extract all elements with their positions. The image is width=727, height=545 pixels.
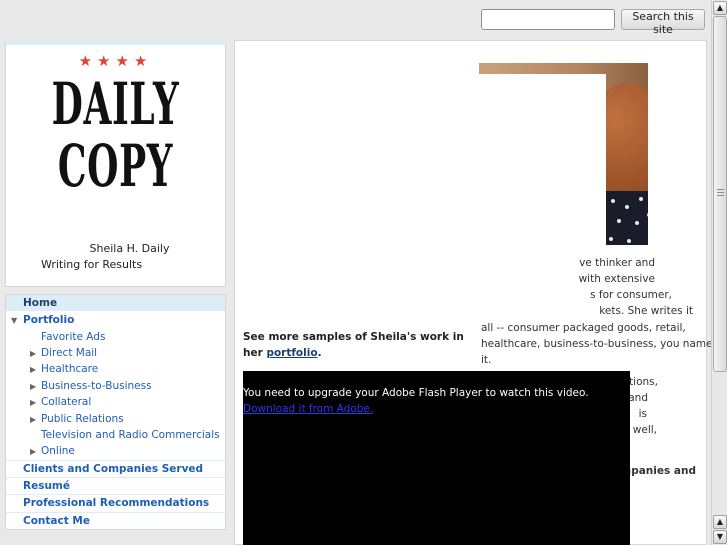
- nav-item-label: Business-to-Business: [41, 380, 152, 392]
- flash-message: You need to upgrade your Adobe Flash Pla…: [243, 387, 589, 399]
- nav-home[interactable]: Home: [6, 295, 225, 312]
- chevron-right-icon[interactable]: ▶: [30, 361, 36, 378]
- chevron-right-icon[interactable]: ▶: [30, 443, 36, 460]
- grip-line: [717, 192, 724, 193]
- photo-shirt: [605, 191, 648, 245]
- nav-item-label: Collateral: [41, 396, 92, 408]
- nav-item-direct-mail[interactable]: ▶ Direct Mail: [6, 345, 225, 362]
- logo[interactable]: DAILY COPY: [48, 73, 184, 197]
- bio-line: all -- consumer packaged goods, retail,: [481, 322, 686, 334]
- bio-fragment: is: [638, 408, 647, 420]
- search-button[interactable]: Search this site: [621, 9, 705, 36]
- author-name: Sheila H. Daily: [89, 242, 170, 255]
- bio-fragment: ve thinker and: [579, 257, 655, 269]
- bio-fragment: kets. She writes it: [599, 305, 693, 317]
- search-input[interactable]: [481, 9, 615, 30]
- chevron-right-icon[interactable]: ▶: [30, 345, 36, 362]
- nav-item-favorite-ads[interactable]: Favorite Ads: [6, 329, 225, 346]
- nav-contact[interactable]: Contact Me: [6, 512, 225, 529]
- scroll-up-icon[interactable]: ▲: [713, 515, 727, 529]
- dot: [627, 239, 631, 243]
- bio-fragment: and: [628, 392, 648, 404]
- chevron-right-icon[interactable]: ▶: [30, 378, 36, 395]
- nav-portfolio-label: Portfolio: [23, 314, 75, 326]
- nav-item-healthcare[interactable]: ▶ Healthcare: [6, 361, 225, 378]
- nav-item-tv-radio[interactable]: Television and Radio Commercials: [6, 427, 225, 444]
- nav-item-business-to-business[interactable]: ▶ Business-to-Business: [6, 378, 225, 395]
- main-content: ve thinker and with extensive s for cons…: [234, 40, 713, 545]
- sidebar-nav: Home ▼ Portfolio Favorite Ads ▶ Direct M…: [5, 294, 226, 530]
- dot: [611, 199, 615, 203]
- download-flash-link[interactable]: Download it from Adobe.: [243, 403, 373, 415]
- nav-clients[interactable]: Clients and Companies Served: [6, 460, 225, 477]
- nav-portfolio[interactable]: ▼ Portfolio: [6, 312, 225, 329]
- chevron-down-icon[interactable]: ▼: [11, 312, 17, 329]
- logo-line-1: DAILY: [51, 70, 180, 138]
- scroll-thumb[interactable]: [713, 16, 727, 372]
- bio-line: it.: [481, 354, 492, 366]
- site-header: ★★★★ DAILY COPY Sheila H. Daily Writing …: [5, 40, 226, 287]
- dot: [639, 197, 643, 201]
- bio-line: healthcare, business-to-business, you na…: [481, 338, 713, 350]
- nav-item-online[interactable]: ▶ Online: [6, 443, 225, 460]
- see-more-text: See more samples of Sheila's work in her…: [243, 329, 473, 361]
- bio-fragment: with extensive: [578, 273, 655, 285]
- dot: [625, 205, 629, 209]
- scroll-down-icon[interactable]: ▼: [713, 530, 727, 544]
- bio-bold-fragment: mpanies and: [620, 465, 696, 477]
- portfolio-link[interactable]: portfolio: [266, 347, 317, 359]
- dot: [647, 213, 648, 217]
- nav-recommendations[interactable]: Professional Recommendations: [6, 494, 225, 511]
- logo-line-2: COPY: [57, 132, 174, 200]
- chevron-right-icon[interactable]: ▶: [30, 411, 36, 428]
- scroll-up-icon[interactable]: ▲: [713, 1, 727, 15]
- site-tagline: Writing for Results: [40, 258, 143, 271]
- overlay-block: [478, 74, 606, 246]
- nav-item-public-relations[interactable]: ▶ Public Relations: [6, 411, 225, 428]
- nav-item-label: Direct Mail: [41, 347, 98, 359]
- stars-icon: ★★★★: [78, 52, 153, 70]
- nav-item-label: Public Relations: [41, 413, 124, 425]
- nav-resume[interactable]: Resumé: [6, 477, 225, 494]
- dot: [635, 221, 639, 225]
- page: Search this site ★★★★ DAILY COPY Sheila …: [0, 0, 727, 545]
- chevron-right-icon[interactable]: ▶: [30, 394, 36, 411]
- page-scrollbar[interactable]: ▲ ▲ ▼: [711, 0, 727, 545]
- flash-video-player[interactable]: You need to upgrade your Adobe Flash Pla…: [243, 371, 630, 545]
- nav-item-label: Online: [41, 445, 75, 457]
- bio-fragment: s for consumer,: [590, 289, 672, 301]
- nav-item-label: Healthcare: [41, 363, 99, 375]
- grip-line: [717, 189, 724, 190]
- dot: [617, 219, 621, 223]
- dot: [609, 237, 613, 241]
- see-more-end: .: [317, 347, 322, 359]
- nav-item-collateral[interactable]: ▶ Collateral: [6, 394, 225, 411]
- grip-line: [717, 195, 724, 196]
